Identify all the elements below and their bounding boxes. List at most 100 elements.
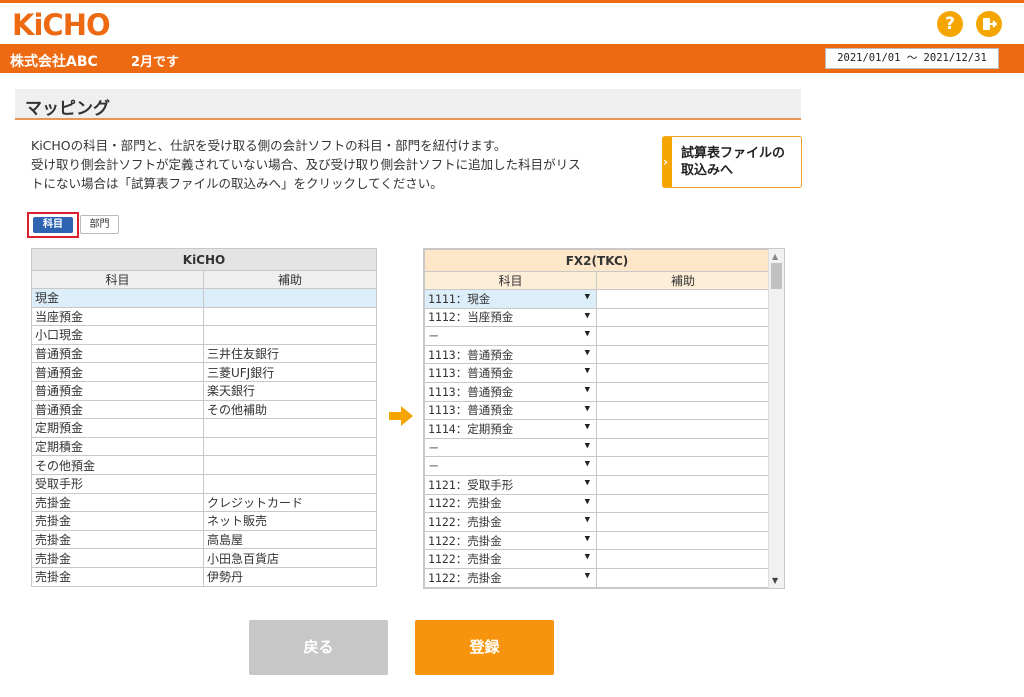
register-button[interactable]: 登録 bbox=[415, 620, 554, 675]
tab-account-frame: 科目 bbox=[27, 212, 79, 238]
kicho-sub-cell: その他補助 bbox=[203, 399, 377, 420]
caret-down-icon[interactable]: ▼ bbox=[585, 478, 590, 488]
fx2-sub-cell[interactable] bbox=[596, 307, 770, 328]
kicho-sub-cell: 高島屋 bbox=[203, 529, 377, 550]
kicho-sub-cell bbox=[203, 288, 377, 308]
fx2-account-select[interactable]: 1114：定期預金 ▼ bbox=[424, 419, 597, 439]
caret-down-icon[interactable]: ▼ bbox=[585, 552, 590, 562]
fx2-account-select[interactable]: 1111：現金 ▼ bbox=[424, 289, 597, 309]
caret-down-icon[interactable]: ▼ bbox=[585, 329, 590, 339]
import-label-line: 試算表ファイルの bbox=[681, 146, 786, 161]
caret-down-icon[interactable]: ▼ bbox=[585, 497, 590, 507]
logout-icon[interactable] bbox=[976, 11, 1002, 37]
fx2-account-select[interactable]: 1122：売掛金 ▼ bbox=[424, 549, 597, 569]
import-trial-balance-button[interactable]: › 試算表ファイルの 取込みへ bbox=[662, 136, 802, 188]
table-row: 1113：普通預金 ▼ bbox=[424, 400, 770, 421]
fiscal-period: 2021/01/01 ～ 2021/12/31 bbox=[825, 48, 999, 69]
fx2-account-select[interactable]: 1113：普通預金 ▼ bbox=[424, 344, 597, 365]
tab-account[interactable]: 科目 bbox=[33, 217, 73, 233]
table-row: 売掛金 高島屋 bbox=[31, 529, 377, 550]
fx2-account-value: 1122：売掛金 bbox=[428, 552, 502, 567]
arrow-right-icon bbox=[389, 406, 413, 426]
table-row: 1114：定期預金 ▼ bbox=[424, 419, 770, 439]
fx2-mapping-panel[interactable]: FX2(TKC) 科目 補助 1111：現金 ▼ 1112：当座預金 ▼ － ▼ 1113：… bbox=[423, 248, 785, 589]
kicho-account-cell: 売掛金 bbox=[31, 511, 204, 531]
fx2-sub-cell[interactable] bbox=[596, 530, 770, 551]
table-row: 1122：売掛金 ▼ bbox=[424, 530, 770, 551]
kicho-account-cell: 小口現金 bbox=[31, 325, 204, 345]
table-row: 普通預金 三菱UFJ銀行 bbox=[31, 362, 377, 382]
fx2-table-header: FX2(TKC) bbox=[424, 249, 770, 272]
table-row: 1113：普通預金 ▼ bbox=[424, 381, 770, 402]
caret-down-icon[interactable]: ▼ bbox=[585, 366, 590, 376]
fx2-sub-cell[interactable] bbox=[596, 326, 770, 346]
scroll-thumb[interactable] bbox=[771, 263, 782, 289]
fx2-account-value: － bbox=[428, 328, 440, 343]
fx2-account-value: 1113：普通預金 bbox=[428, 384, 514, 399]
caret-down-icon[interactable]: ▼ bbox=[585, 441, 590, 451]
fx2-sub-cell[interactable] bbox=[596, 549, 770, 569]
fx2-account-select[interactable]: 1122：売掛金 ▼ bbox=[424, 493, 597, 514]
fx2-sub-cell[interactable] bbox=[596, 381, 770, 402]
caret-down-icon[interactable]: ▼ bbox=[585, 348, 590, 358]
kicho-account-cell: その他預金 bbox=[31, 455, 204, 475]
table-row: 1121：受取手形 ▼ bbox=[424, 474, 770, 495]
fx2-account-select[interactable]: － ▼ bbox=[424, 326, 597, 346]
fx2-account-select[interactable]: 1113：普通預金 ▼ bbox=[424, 363, 597, 383]
vertical-scrollbar[interactable]: ▲ ▼ bbox=[768, 249, 784, 588]
caret-down-icon[interactable]: ▼ bbox=[585, 459, 590, 469]
kicho-table-header: KiCHO bbox=[31, 248, 377, 271]
company-name: 株式会社ABC bbox=[10, 54, 98, 70]
scroll-up-icon[interactable]: ▲ bbox=[772, 252, 778, 261]
fx2-sub-cell[interactable] bbox=[596, 474, 770, 495]
fx2-account-value: 1122：売掛金 bbox=[428, 496, 502, 511]
fx2-account-value: 1113：普通預金 bbox=[428, 403, 514, 418]
caret-down-icon[interactable]: ▼ bbox=[585, 292, 590, 302]
caret-down-icon[interactable]: ▼ bbox=[585, 534, 590, 544]
table-row: 当座預金 bbox=[31, 306, 377, 327]
fx2-sub-cell[interactable] bbox=[596, 493, 770, 514]
scroll-down-icon[interactable]: ▼ bbox=[772, 576, 778, 585]
import-button-label: 試算表ファイルの 取込みへ bbox=[681, 145, 785, 179]
table-row: 定期預金 bbox=[31, 418, 377, 438]
caret-down-icon[interactable]: ▼ bbox=[585, 571, 590, 581]
kicho-logo: KiCHO bbox=[12, 8, 111, 42]
fx2-account-select[interactable]: 1112：当座預金 ▼ bbox=[424, 307, 597, 328]
fx2-account-select[interactable]: 1113：普通預金 ▼ bbox=[424, 381, 597, 402]
fx2-account-value: － bbox=[428, 440, 440, 455]
fx2-sub-cell[interactable] bbox=[596, 419, 770, 439]
table-row: 現金 bbox=[31, 288, 377, 308]
fx2-sub-cell[interactable] bbox=[596, 289, 770, 309]
fx2-account-select[interactable]: 1122：売掛金 ▼ bbox=[424, 530, 597, 551]
fx2-sub-cell[interactable] bbox=[596, 456, 770, 476]
kicho-sub-cell bbox=[203, 436, 377, 457]
caret-down-icon[interactable]: ▼ bbox=[585, 404, 590, 414]
fx2-sub-cell[interactable] bbox=[596, 400, 770, 421]
kicho-col-account: 科目 bbox=[31, 270, 204, 289]
fx2-sub-cell[interactable] bbox=[596, 344, 770, 365]
fx2-account-select[interactable]: － ▼ bbox=[424, 456, 597, 476]
kicho-account-cell: 普通預金 bbox=[31, 399, 204, 420]
description-line: 受け取り側会計ソフトが定義されていない場合、及び受け取り側会計ソフトに追加した科… bbox=[31, 157, 581, 172]
fx2-sub-cell[interactable] bbox=[596, 437, 770, 458]
fx2-account-select[interactable]: 1122：売掛金 ▼ bbox=[424, 567, 597, 588]
fx2-account-select[interactable]: 1122：売掛金 ▼ bbox=[424, 512, 597, 532]
table-row: 売掛金 クレジットカード bbox=[31, 492, 377, 513]
caret-down-icon[interactable]: ▼ bbox=[585, 385, 590, 395]
fx2-sub-cell[interactable] bbox=[596, 363, 770, 383]
current-month: 2月です bbox=[131, 55, 180, 70]
tab-department[interactable]: 部門 bbox=[80, 215, 119, 234]
table-row: 売掛金 ネット販売 bbox=[31, 511, 377, 531]
help-icon[interactable]: ? bbox=[937, 11, 963, 37]
fx2-account-select[interactable]: 1121：受取手形 ▼ bbox=[424, 474, 597, 495]
caret-down-icon[interactable]: ▼ bbox=[585, 422, 590, 432]
kicho-sub-cell bbox=[203, 418, 377, 438]
fx2-account-table: FX2(TKC) 科目 補助 1111：現金 ▼ 1112：当座預金 ▼ － ▼ 1113：… bbox=[424, 249, 770, 588]
caret-down-icon[interactable]: ▼ bbox=[585, 311, 590, 321]
back-button[interactable]: 戻る bbox=[249, 620, 388, 675]
fx2-sub-cell[interactable] bbox=[596, 567, 770, 588]
caret-down-icon[interactable]: ▼ bbox=[585, 515, 590, 525]
fx2-account-select[interactable]: － ▼ bbox=[424, 437, 597, 458]
fx2-account-select[interactable]: 1113：普通預金 ▼ bbox=[424, 400, 597, 421]
fx2-sub-cell[interactable] bbox=[596, 512, 770, 532]
